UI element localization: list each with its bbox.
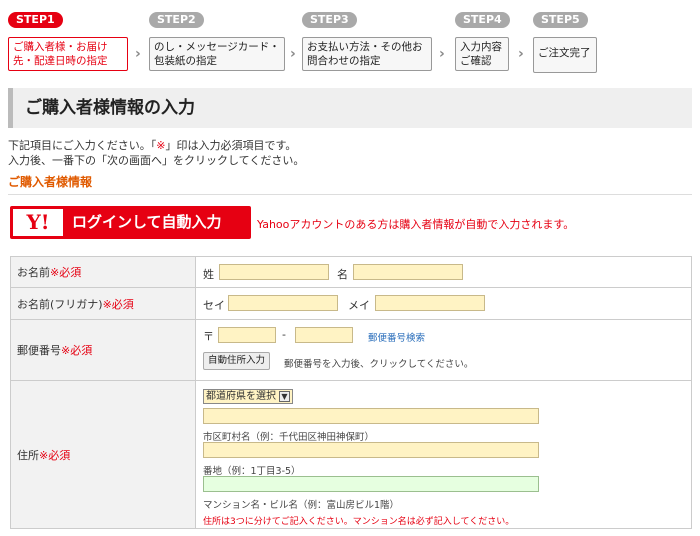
intro-line1-b: 」印は入力必須項目です。 — [165, 139, 297, 152]
city-input[interactable] — [203, 408, 539, 424]
divider — [8, 194, 692, 195]
building-hint: マンション名・ビル名（例：富山房ビル1階） — [203, 500, 400, 511]
step-2-tag: STEP2 — [149, 12, 204, 28]
yahoo-note: Yahooアカウントのある方は購入者情報が自動で入力されます。 — [257, 218, 575, 231]
yahoo-logo: Y! — [13, 209, 63, 236]
step-2: STEP2 のし・メッセージカード・包装紙の指定 — [149, 12, 285, 71]
zip-first-input[interactable] — [218, 327, 276, 343]
step-5: STEP5 ご注文完了 — [533, 12, 597, 73]
address-label: 住所 — [17, 448, 39, 462]
kana-cell: セイ メイ — [196, 288, 692, 319]
required-badge: ※必須 — [39, 448, 71, 462]
row-address: 住所 ※必須 都道府県を選択 ▼ 市区町村名（例：千代田区神田神保町） 番地（例：1… — [10, 381, 692, 529]
zip-search-link[interactable]: 郵便番号検索 — [368, 330, 425, 344]
step-4: STEP4 入力内容ご確認 — [455, 12, 510, 71]
required-badge: ※必須 — [61, 344, 93, 357]
chevron-right-icon: › — [518, 46, 524, 62]
prefecture-select[interactable]: 都道府県を選択 ▼ — [203, 389, 293, 404]
address-cell: 都道府県を選択 ▼ 市区町村名（例：千代田区神田神保町） 番地（例：1丁目3-5）… — [196, 381, 692, 528]
chevron-down-icon: ▼ — [279, 390, 290, 402]
step-3: STEP3 お支払い方法・その他お問合わせの指定 — [302, 12, 432, 71]
address-note: 住所は3つに分けてご記入ください。マンション名は必ず記入してください。 — [203, 517, 515, 527]
building-input[interactable] — [203, 476, 539, 492]
last-name-kana-input[interactable] — [228, 295, 338, 311]
intro-line1-a: 下記項目にご入力ください。「 — [8, 139, 157, 152]
mei-kana-label: メイ — [348, 299, 370, 312]
prefecture-select-value: 都道府県を選択 — [206, 391, 276, 402]
street-hint: 番地（例：1丁目3-5） — [203, 466, 301, 477]
postal-mark: 〒 — [203, 330, 214, 343]
first-name-kana-input[interactable] — [375, 295, 485, 311]
zip-label-cell: 郵便番号 ※必須 — [10, 320, 196, 380]
kana-label-cell: お名前(フリガナ) ※必須 — [10, 288, 196, 319]
sei-kana-label: セイ — [203, 299, 225, 312]
last-name-input[interactable] — [219, 264, 329, 280]
section-label: ご購入者様情報 — [8, 175, 93, 189]
zip-second-input[interactable] — [295, 327, 353, 343]
name-cell: 姓 名 — [196, 257, 692, 287]
yahoo-login-button[interactable]: Y! ログインして自動入力 — [10, 206, 251, 239]
intro-text: 下記項目にご入力ください。「※」印は入力必須項目です。 入力後、一番下の「次の画… — [8, 138, 304, 168]
chevron-right-icon: › — [439, 46, 445, 62]
buyer-form: お名前 ※必須 姓 名 お名前(フリガナ) ※必須 セイ メイ 郵便番号 ※必須 〒 … — [10, 256, 692, 529]
name-label-cell: お名前 ※必須 — [10, 257, 196, 287]
step-3-label: お支払い方法・その他お問合わせの指定 — [302, 37, 432, 71]
chevron-right-icon: › — [290, 46, 296, 62]
first-name-input[interactable] — [353, 264, 463, 280]
required-badge: ※必須 — [102, 297, 134, 311]
auto-address-button[interactable]: 自動住所入力 — [203, 352, 271, 370]
required-badge: ※必須 — [50, 266, 82, 279]
step-1-label: ご購入者様・お届け先・配達日時の指定 — [8, 37, 128, 71]
street-input[interactable] — [203, 442, 539, 458]
step-4-tag: STEP4 — [455, 12, 510, 28]
chevron-right-icon: › — [135, 46, 141, 62]
name-label: お名前 — [17, 266, 50, 279]
mei-label: 名 — [337, 268, 348, 281]
step-2-label: のし・メッセージカード・包装紙の指定 — [149, 37, 285, 71]
step-4-label: 入力内容ご確認 — [455, 37, 509, 71]
step-5-tag: STEP5 — [533, 12, 588, 28]
auto-address-note: 郵便番号を入力後、クリックしてください。 — [284, 359, 474, 370]
city-hint: 市区町村名（例：千代田区神田神保町） — [203, 432, 375, 443]
zip-dash: - — [282, 328, 286, 341]
intro-line2: 入力後、一番下の「次の画面へ」をクリックしてください。 — [8, 154, 305, 167]
step-1: STEP1 ご購入者様・お届け先・配達日時の指定 — [8, 12, 128, 71]
yahoo-login-label: ログインして自動入力 — [72, 213, 222, 231]
row-name: お名前 ※必須 姓 名 — [10, 257, 692, 288]
zip-cell: 〒 - 郵便番号検索 自動住所入力 郵便番号を入力後、クリックしてください。 — [196, 320, 692, 380]
kana-label: お名前(フリガナ) — [17, 297, 103, 311]
sei-label: 姓 — [203, 268, 214, 281]
required-mark: ※ — [156, 139, 166, 152]
page-title: ご購入者様情報の入力 — [25, 98, 195, 118]
zip-label: 郵便番号 — [17, 344, 61, 357]
row-kana: お名前(フリガナ) ※必須 セイ メイ — [10, 288, 692, 320]
row-zip: 郵便番号 ※必須 〒 - 郵便番号検索 自動住所入力 郵便番号を入力後、クリックし… — [10, 320, 692, 381]
address-label-cell: 住所 ※必須 — [10, 381, 196, 528]
step-5-label: ご注文完了 — [533, 37, 597, 73]
step-1-tag: STEP1 — [8, 12, 63, 28]
step-3-tag: STEP3 — [302, 12, 357, 28]
page-heading: ご購入者様情報の入力 — [8, 88, 692, 128]
checkout-steps: STEP1 ご購入者様・お届け先・配達日時の指定 › STEP2 のし・メッセー… — [8, 12, 698, 73]
